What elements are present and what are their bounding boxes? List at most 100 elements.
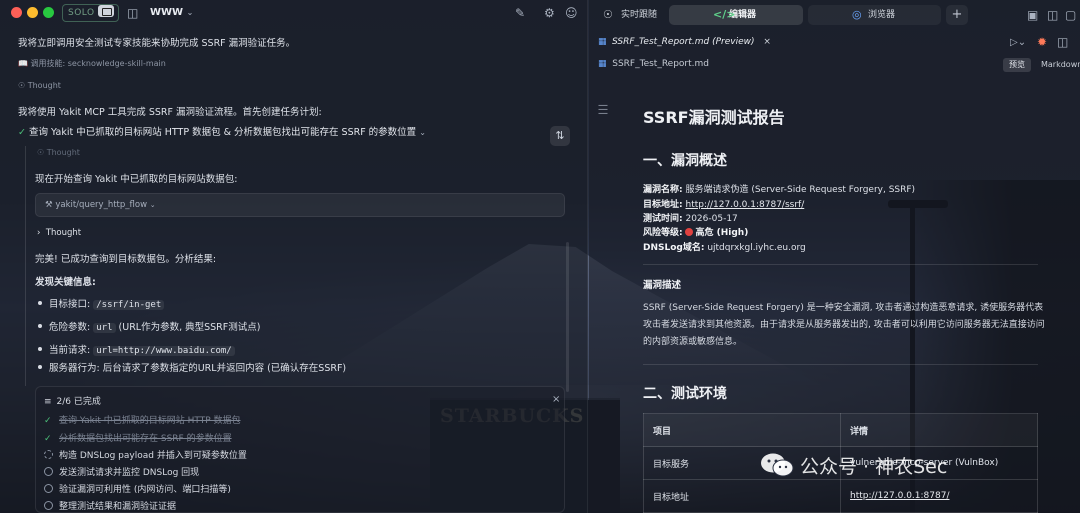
kv-test-time: 测试时间: 2026-05-17 <box>643 211 738 224</box>
finding-item: 服务器行为: 后台请求了参数指定的URL并返回内容 (已确认存在SSRF) <box>49 360 346 374</box>
layout-icon[interactable]: ▣ <box>1027 8 1038 22</box>
thought-label-3: Thought <box>45 228 82 238</box>
workspace-title[interactable]: WWW ⌄ <box>150 7 193 18</box>
finding-label: 危险参数: <box>49 322 91 333</box>
solo-box-icon <box>97 5 114 17</box>
book-icon: 📖 <box>18 59 28 68</box>
markdown-toggle[interactable]: Markdown <box>1041 58 1080 72</box>
kv-value: 服务端请求伪造 (Server-Side Request Forgery, SS… <box>685 185 916 195</box>
kv-key: 目标地址: <box>643 200 683 210</box>
todo-progress[interactable]: ≡ 2/6 已完成 <box>44 394 101 407</box>
chevron-down-icon: ⌄ <box>149 201 156 209</box>
account-icon[interactable]: ☺ <box>565 6 578 20</box>
chat-topbar: SOLO ◫ WWW ⌄ ✎ ⚙ ☺ <box>0 0 588 27</box>
chat-scrollbar[interactable] <box>566 242 569 392</box>
divider <box>643 364 1038 365</box>
add-tab-button[interactable]: + <box>946 5 968 25</box>
bullet-dot <box>38 365 42 369</box>
empty-circle-icon <box>44 467 53 476</box>
close-window-button[interactable] <box>11 7 22 18</box>
kv-dnslog: DNSLog域名: ujtdqrxkgl.iyhc.eu.org <box>643 240 806 253</box>
new-chat-icon[interactable]: ✎ <box>515 6 525 20</box>
thought-toggle-1[interactable]: ☉ Thought <box>18 81 61 90</box>
desc-paragraph: SSRF (Server-Side Request Forgery) 是一种安全… <box>643 303 1045 347</box>
red-circle-icon <box>685 228 694 236</box>
skill-call-row[interactable]: 📖 调用技能: secknowledge-skill-main <box>18 58 166 69</box>
tool-call-card[interactable]: ⚒ yakit/query_http_flow ⌄ <box>35 193 565 217</box>
run-icon[interactable]: ▷⌄ <box>1010 36 1026 50</box>
gear-icon[interactable]: ⚙ <box>544 6 555 20</box>
todo-item: 整理测试结果和漏洞验证证据 <box>44 499 176 512</box>
sparkle-icon[interactable]: ✹ <box>1037 35 1047 49</box>
lightbulb-icon: ☉ <box>18 81 26 90</box>
watermark: 公众号 · 神农Sec <box>760 452 947 479</box>
breadcrumb: ▦ SSRF_Test_Report.md <box>598 59 709 69</box>
outline-icon[interactable]: — — — <box>598 101 609 119</box>
sidebar-toggle-icon[interactable]: ◫ <box>127 6 138 20</box>
table-header-row: 项目 详情 <box>643 413 1038 447</box>
kv-key: DNSLog域名: <box>643 243 705 253</box>
target-link[interactable]: http://127.0.0.1:8787/ssrf/ <box>685 200 804 210</box>
finding-label: 当前请求: <box>49 345 91 356</box>
split-view-icon[interactable]: ◫ <box>1047 8 1058 22</box>
tab-editor[interactable]: </> 编辑器 <box>669 5 803 25</box>
close-icon[interactable]: × <box>552 393 560 407</box>
maximize-window-button[interactable] <box>43 7 54 18</box>
todo-text: 查询 Yakit 中已抓取的目标网站 HTTP 数据包 <box>59 416 241 426</box>
thought-toggle-2[interactable]: ☉ Thought <box>37 148 80 157</box>
check-circle-icon: ✓ <box>44 416 52 426</box>
finding-item: 当前请求: url=http://www.baidu.com/ <box>49 342 235 356</box>
finding-note: (URL作为参数, 典型SSRF测试点) <box>118 322 261 333</box>
finding-label: 目标接口: <box>49 299 91 310</box>
finding-code: /ssrf/in-get <box>93 300 165 310</box>
list-icon: ≡ <box>44 397 52 407</box>
kv-risk-level: 风险等级: 高危 (High) <box>643 225 748 238</box>
skill-call-text: 调用技能: secknowledge-skill-main <box>30 59 166 68</box>
split-editor-icon[interactable]: ◫ <box>1057 35 1068 49</box>
query-intro: 现在开始查询 Yakit 中已抓取的目标网站数据包: <box>35 174 238 185</box>
finding-item: 目标接口: /ssrf/in-get <box>49 296 165 310</box>
todo-item: 验证漏洞可利用性 (内网访问、端口扫描等) <box>44 482 231 495</box>
section-overview-heading: 一、漏洞概述 <box>643 153 727 169</box>
step-title: 查询 Yakit 中已抓取的目标网站 HTTP 数据包 & 分析数据包找出可能存… <box>29 127 417 138</box>
todo-progress-text: 2/6 已完成 <box>56 397 101 407</box>
collapse-button[interactable]: ⇅ <box>550 126 570 146</box>
kv-key: 漏洞名称: <box>643 185 683 195</box>
solo-toggle[interactable]: SOLO <box>62 4 119 22</box>
step-header[interactable]: ✓︎ 查询 Yakit 中已抓取的目标网站 HTTP 数据包 & 分析数据包找出… <box>18 124 426 138</box>
todo-list-card: ≡ 2/6 已完成 × ✓ 查询 Yakit 中已抓取的目标网站 HTTP 数据包 … <box>35 386 565 513</box>
todo-item: ✓ 查询 Yakit 中已抓取的目标网站 HTTP 数据包 <box>44 413 241 426</box>
tab-browser[interactable]: ◎ 浏览器 <box>808 5 941 25</box>
target-icon: ☉ <box>603 8 613 21</box>
chat-panel: SOLO ◫ WWW ⌄ ✎ ⚙ ☺ 我将立即调用安全测试专家技能来协助完成 S… <box>0 0 588 513</box>
workspace-name: WWW <box>150 7 184 18</box>
todo-item: ✓ 分析数据包找出可能存在 SSRF 的参数位置 <box>44 431 232 444</box>
kv-value: 2026-05-17 <box>685 214 738 224</box>
report-title: SSRF漏洞测试报告 <box>643 108 785 127</box>
file-tab[interactable]: ▦ SSRF_Test_Report.md (Preview) × <box>589 30 774 54</box>
chevron-right-icon: › <box>37 228 41 238</box>
tab-live-follow[interactable]: ☉ 实时跟随 <box>591 5 663 25</box>
table-header: 项目 <box>643 413 841 447</box>
thought-toggle-3[interactable]: › Thought <box>37 228 81 238</box>
minimize-window-button[interactable] <box>27 7 38 18</box>
table-cell: http://127.0.0.1:8787/ <box>840 479 1038 513</box>
todo-text: 发送测试请求并监控 DNSLog 回现 <box>59 468 200 478</box>
close-icon[interactable]: × <box>763 37 771 47</box>
wechat-logo-icon <box>761 453 794 477</box>
code-icon: </> <box>713 8 736 21</box>
kv-key: 风险等级: <box>643 228 683 238</box>
chevron-down-icon: ⌄ <box>419 128 426 137</box>
table-link[interactable]: http://127.0.0.1:8787/ <box>850 491 949 501</box>
preview-toggle[interactable]: 预览 <box>1003 58 1031 72</box>
thought-label-2: Thought <box>46 148 80 157</box>
tab-label: 实时跟随 <box>621 10 658 20</box>
bullet-dot <box>38 301 42 305</box>
todo-text: 整理测试结果和漏洞验证证据 <box>59 502 177 512</box>
todo-item: 构造 DNSLog payload 并插入到可疑参数位置 <box>44 448 247 461</box>
fullscreen-icon[interactable]: ▢ <box>1065 8 1076 22</box>
empty-circle-icon <box>44 484 53 493</box>
result-intro: 完美! 已成功查询到目标数据包。分析结果: <box>35 254 217 265</box>
markdown-file-icon: ▦ <box>598 59 607 69</box>
markdown-file-icon: ▦ <box>598 37 607 47</box>
